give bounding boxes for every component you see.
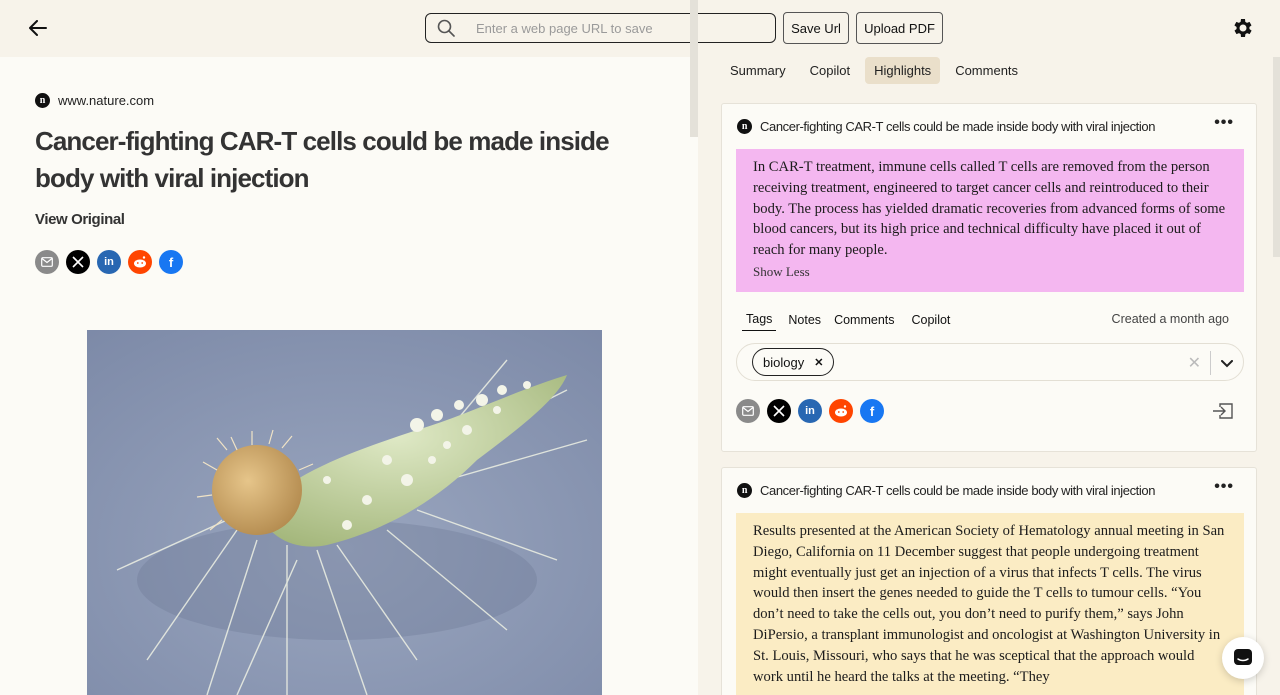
export-icon[interactable] (1212, 402, 1234, 425)
highlight-text: Results presented at the American Societ… (753, 523, 1225, 685)
tab-highlights[interactable]: Highlights (865, 57, 941, 84)
show-less-link[interactable]: Show Less (753, 262, 1227, 283)
source-domain: www.nature.com (58, 93, 155, 108)
highlight-card-header: n Cancer-fighting CAR-T cells could be m… (737, 119, 1155, 134)
email-share-icon[interactable] (35, 250, 59, 274)
reddit-share-icon[interactable] (128, 250, 152, 274)
highlight-card: n Cancer-fighting CAR-T cells could be m… (721, 103, 1257, 452)
article-title: Cancer-fighting CAR-T cells could be mad… (35, 126, 610, 193)
reader-scrollbar[interactable] (690, 0, 698, 137)
remove-tag-icon[interactable]: ✕ (814, 356, 823, 369)
tag-chip: biology ✕ (752, 348, 835, 376)
highlight-subtabs: Tags Notes Comments Copilot (742, 312, 954, 331)
tag-label: biology (763, 354, 805, 370)
url-input-box[interactable] (425, 13, 776, 43)
nature-logo-icon: n (35, 93, 50, 108)
reddit-share-icon[interactable] (829, 399, 853, 423)
nature-logo-icon: n (737, 483, 752, 498)
tab-comments[interactable]: Comments (946, 57, 1027, 84)
article-reader: n www.nature.com Cancer-fighting CAR-T c… (0, 57, 698, 695)
chevron-down-icon[interactable] (1221, 355, 1233, 373)
x-share-icon[interactable] (66, 250, 90, 274)
divider (1210, 351, 1211, 375)
subtab-tags[interactable]: Tags (742, 312, 777, 331)
highlight-article-title: Cancer-fighting CAR-T cells could be mad… (760, 119, 1156, 134)
subtab-copilot[interactable]: Copilot (908, 313, 955, 331)
highlight-text-block[interactable]: Results presented at the American Societ… (736, 513, 1244, 695)
tab-copilot[interactable]: Copilot (801, 57, 859, 84)
share-buttons: in f (35, 250, 183, 274)
highlight-text-block[interactable]: In CAR-T treatment, immune cells called … (736, 149, 1244, 292)
email-share-icon[interactable] (736, 399, 760, 423)
search-icon (426, 14, 466, 42)
article-source[interactable]: n www.nature.com (35, 93, 154, 108)
upload-pdf-button[interactable]: Upload PDF (856, 12, 943, 44)
clear-tags-icon[interactable]: ✕ (1188, 353, 1201, 373)
highlight-text: In CAR-T treatment, immune cells called … (753, 159, 1226, 259)
subtab-comments[interactable]: Comments (830, 313, 898, 331)
more-options-icon[interactable]: ••• (1214, 114, 1234, 132)
highlight-article-title: Cancer-fighting CAR-T cells could be mad… (760, 483, 1156, 498)
save-url-button[interactable]: Save Url (783, 12, 849, 44)
x-share-icon[interactable] (767, 399, 791, 423)
url-input[interactable] (476, 20, 766, 36)
tab-summary[interactable]: Summary (721, 57, 795, 84)
subtab-notes[interactable]: Notes (784, 313, 825, 331)
panel-scrollbar[interactable] (1273, 57, 1280, 257)
panel-tabs: Summary Copilot Highlights Comments (721, 57, 1027, 84)
gear-icon[interactable] (1231, 16, 1255, 40)
facebook-share-icon[interactable]: f (860, 399, 884, 423)
view-original-link[interactable]: View Original (35, 211, 125, 228)
facebook-share-icon[interactable]: f (159, 250, 183, 274)
highlight-share-buttons: in f (736, 399, 884, 423)
chat-launcher-icon[interactable] (1222, 637, 1264, 679)
linkedin-share-icon[interactable]: in (798, 399, 822, 423)
nature-logo-icon: n (737, 119, 752, 134)
created-timestamp: Created a month ago (1111, 312, 1229, 326)
back-arrow-icon[interactable] (24, 14, 52, 42)
article-image (87, 330, 602, 695)
highlight-card-header: n Cancer-fighting CAR-T cells could be m… (737, 483, 1155, 498)
top-bar: Save Url Upload PDF (0, 0, 1280, 57)
tag-input[interactable]: biology ✕ ✕ (736, 343, 1244, 381)
linkedin-share-icon[interactable]: in (97, 250, 121, 274)
highlight-card: n Cancer-fighting CAR-T cells could be m… (721, 467, 1257, 695)
more-options-icon[interactable]: ••• (1214, 478, 1234, 496)
